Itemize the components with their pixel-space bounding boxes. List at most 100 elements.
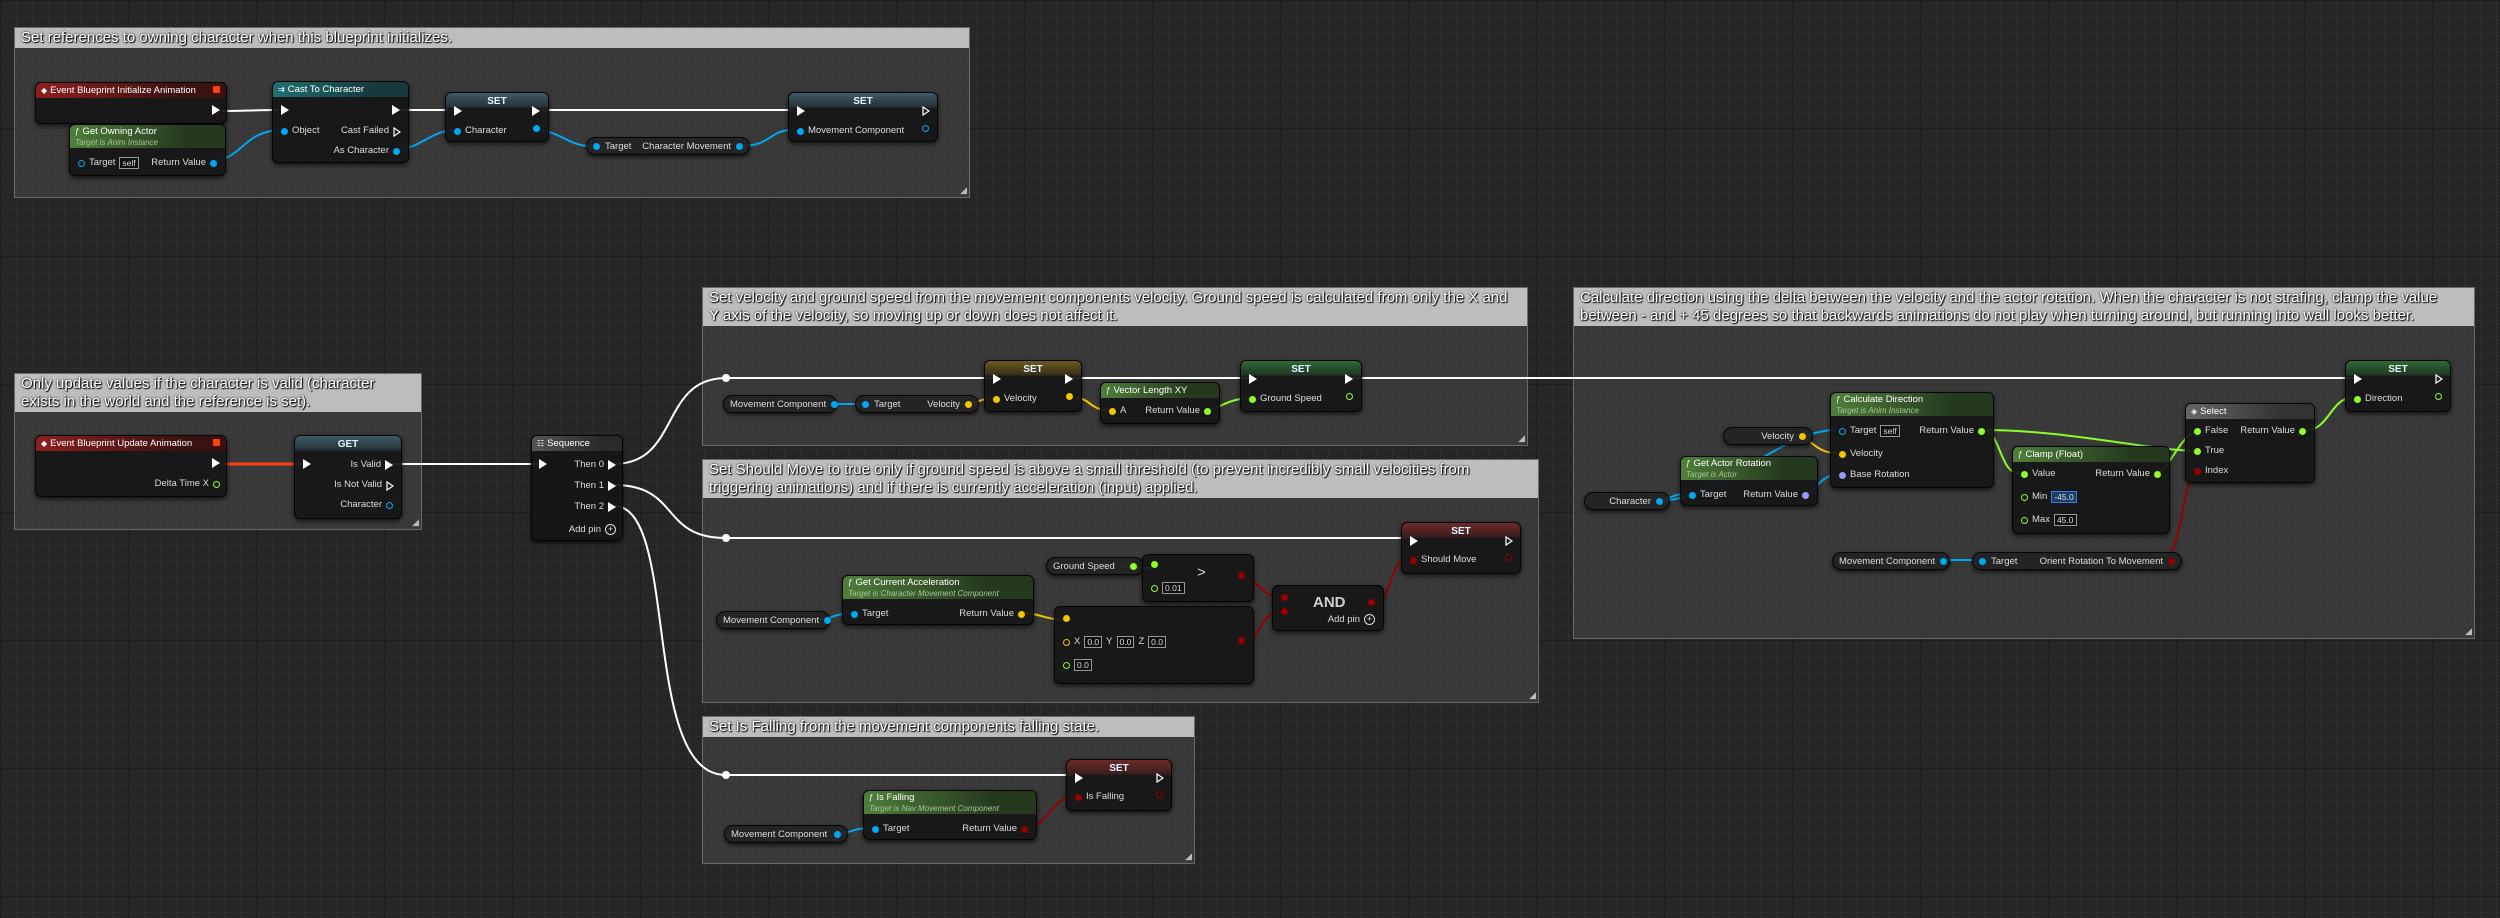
object-pin-icon[interactable]	[593, 142, 600, 150]
exec-out-pin-icon[interactable]	[608, 481, 616, 491]
float-pin-icon[interactable]	[2194, 447, 2201, 455]
delegate-pin-icon[interactable]	[213, 439, 220, 446]
event-initialize-node[interactable]: ◆ Event Blueprint Initialize Animation	[35, 82, 227, 124]
vector-pin-icon[interactable]	[1063, 638, 1070, 646]
bool-pin-icon[interactable]	[1021, 825, 1028, 833]
vector-pin-icon[interactable]	[1066, 393, 1073, 400]
y-input[interactable]: 0.0	[1116, 636, 1135, 648]
set-movement-component-node[interactable]: SET Movement Component	[788, 92, 938, 142]
threshold-input[interactable]: 0.01	[1162, 582, 1185, 594]
float-pin-icon[interactable]	[1151, 561, 1158, 568]
bool-pin-icon[interactable]	[1075, 793, 1082, 801]
object-pin-icon[interactable]	[922, 125, 929, 132]
bool-pin-icon[interactable]	[1238, 572, 1245, 579]
exec-out-pin-icon[interactable]	[385, 460, 393, 470]
object-pin-icon[interactable]	[1656, 497, 1663, 505]
exec-out-pin-icon[interactable]	[532, 106, 540, 116]
object-pin-icon[interactable]	[1839, 427, 1846, 435]
object-pin-icon[interactable]	[824, 616, 832, 624]
vector-pin-icon[interactable]	[1018, 610, 1025, 618]
rotator-pin-icon[interactable]	[1839, 471, 1846, 479]
vector-length-xy-node[interactable]: ƒ Vector Length XY A Return Value	[1100, 382, 1220, 424]
exec-out-pin-icon[interactable]	[608, 502, 616, 512]
vector-pin-icon[interactable]	[1799, 432, 1806, 440]
character-getter[interactable]: Character	[1584, 492, 1670, 510]
vector-pin-icon[interactable]	[1839, 450, 1846, 458]
object-pin-icon[interactable]	[386, 501, 393, 509]
bool-pin-icon[interactable]	[1281, 594, 1288, 601]
object-pin-icon[interactable]	[1940, 557, 1948, 565]
object-pin-icon[interactable]	[1689, 491, 1696, 499]
set-character-node[interactable]: SET Character	[445, 92, 549, 142]
exec-out-pin-icon[interactable]	[922, 106, 930, 116]
exec-in-pin-icon[interactable]	[2354, 374, 2362, 384]
exec-out-pin-icon[interactable]	[392, 105, 400, 115]
float-pin-icon[interactable]	[2354, 395, 2361, 403]
self-value[interactable]: self	[119, 157, 139, 169]
object-pin-icon[interactable]	[78, 159, 85, 167]
ground-speed-getter[interactable]: Ground Speed	[1046, 557, 1144, 575]
object-pin-icon[interactable]	[736, 142, 743, 150]
float-pin-icon[interactable]	[2021, 516, 2028, 524]
bool-pin-icon[interactable]	[1505, 554, 1512, 561]
tolerance-input[interactable]: 0.0	[1074, 659, 1092, 671]
set-ground-speed-node[interactable]: SET Ground Speed	[1240, 360, 1362, 412]
add-pin-button[interactable]: Add pin +	[1328, 614, 1375, 625]
sequence-node[interactable]: ☷ Sequence Then 0 Then 1 Then 2 Add pin +	[531, 435, 623, 541]
exec-out-pin-icon[interactable]	[2435, 374, 2443, 384]
bool-pin-icon[interactable]	[2194, 467, 2201, 475]
min-input[interactable]: -45.0	[2051, 491, 2077, 503]
float-pin-icon[interactable]	[2194, 427, 2201, 435]
float-pin-icon[interactable]	[1151, 584, 1158, 592]
set-direction-node[interactable]: SET Direction	[2345, 360, 2451, 412]
float-pin-icon[interactable]	[2021, 493, 2028, 501]
is-falling-node[interactable]: ƒ Is Falling Target is Nav Movement Compon…	[863, 790, 1037, 840]
select-float-node[interactable]: ◈ Select False Return Value True Index	[2185, 403, 2315, 483]
exec-in-pin-icon[interactable]	[797, 106, 805, 116]
vector-pin-icon[interactable]	[1109, 407, 1116, 415]
float-pin-icon[interactable]	[1249, 395, 1256, 403]
float-pin-icon[interactable]	[213, 480, 220, 488]
movement-component-getter[interactable]: Movement Component	[724, 825, 848, 843]
velocity-getter[interactable]: Velocity	[1723, 427, 1813, 445]
float-pin-icon[interactable]	[1130, 562, 1137, 570]
set-velocity-node[interactable]: SET Velocity	[984, 360, 1082, 412]
float-pin-icon[interactable]	[2154, 470, 2161, 478]
exec-out-pin-icon[interactable]	[212, 458, 220, 468]
calculate-direction-node[interactable]: ƒ Calculate Direction Target is Anim Insta…	[1830, 392, 1994, 488]
float-pin-icon[interactable]	[2299, 427, 2306, 435]
exec-out-pin-icon[interactable]	[1505, 536, 1513, 546]
bool-pin-icon[interactable]	[1368, 599, 1375, 606]
exec-out-pin-icon[interactable]	[1345, 374, 1353, 384]
get-owning-actor-node[interactable]: ƒ Get Owning Actor Target is Anim Instance…	[69, 124, 226, 176]
object-pin-icon[interactable]	[1979, 557, 1986, 565]
exec-in-pin-icon[interactable]	[281, 105, 289, 115]
exec-out-pin-icon[interactable]	[1065, 374, 1073, 384]
exec-in-pin-icon[interactable]	[1410, 536, 1418, 546]
object-pin-icon[interactable]	[872, 825, 879, 833]
float-pin-icon[interactable]	[1063, 661, 1070, 669]
exec-out-pin-icon[interactable]	[386, 481, 394, 491]
get-character-validated-node[interactable]: GET Is Valid Is Not Valid Character	[294, 435, 402, 519]
self-value[interactable]: self	[1880, 425, 1900, 437]
set-should-move-node[interactable]: SET Should Move	[1401, 522, 1521, 574]
object-pin-icon[interactable]	[797, 127, 804, 135]
movement-component-getter[interactable]: Movement Component	[1832, 552, 1950, 570]
velocity-getter[interactable]: Target Velocity	[855, 395, 979, 413]
rotator-pin-icon[interactable]	[1802, 491, 1809, 499]
orient-rotation-getter[interactable]: Target Orient Rotation To Movement	[1972, 552, 2182, 570]
z-input[interactable]: 0.0	[1148, 636, 1166, 648]
greater-than-node[interactable]: 0.01 >	[1142, 554, 1254, 602]
event-update-node[interactable]: ◆ Event Blueprint Update Animation Delta …	[35, 435, 227, 497]
object-pin-icon[interactable]	[834, 830, 841, 838]
float-pin-icon[interactable]	[1978, 427, 1985, 435]
bool-pin-icon[interactable]	[1281, 608, 1288, 615]
not-equal-vector-node[interactable]: X 0.0 Y 0.0 Z 0.0 0.0	[1054, 606, 1254, 684]
object-pin-icon[interactable]	[393, 147, 400, 155]
exec-out-pin-icon[interactable]	[212, 105, 220, 115]
object-pin-icon[interactable]	[862, 400, 869, 408]
float-pin-icon[interactable]	[1204, 407, 1211, 415]
float-pin-icon[interactable]	[2021, 470, 2028, 478]
object-pin-icon[interactable]	[281, 127, 288, 135]
bool-pin-icon[interactable]	[1238, 637, 1245, 644]
